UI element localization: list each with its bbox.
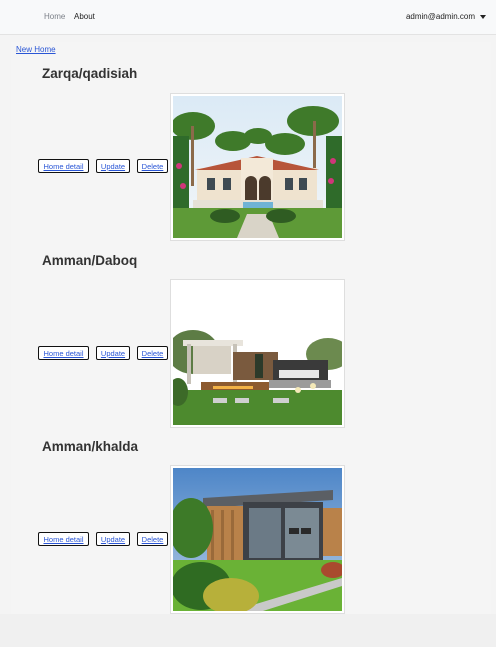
home-detail-button[interactable]: Home detail (38, 346, 89, 360)
listing-title: Amman/khalda (42, 439, 139, 454)
modern-cabin-photo (173, 468, 342, 611)
home-detail-button[interactable]: Home detail (38, 532, 89, 546)
villa-garden-photo (173, 96, 342, 238)
delete-button[interactable]: Delete (137, 159, 168, 173)
delete-button[interactable]: Delete (137, 346, 168, 360)
home-detail-button[interactable]: Home detail (38, 159, 89, 173)
update-button[interactable]: Update (96, 159, 130, 173)
new-home-link[interactable]: New Home (16, 45, 56, 54)
main-content: New Home Zarqa/qadisiah Home detail Upda… (11, 42, 491, 614)
footer (0, 614, 496, 647)
nav-about-link[interactable]: About (74, 12, 95, 21)
listing-title: Zarqa/qadisiah (42, 66, 138, 81)
update-button[interactable]: Update (96, 346, 130, 360)
garden-lounge-photo (173, 282, 342, 425)
navbar: Home About admin@admin.com (0, 0, 496, 35)
user-email: admin@admin.com (405, 12, 475, 21)
user-menu[interactable]: admin@admin.com (406, 12, 486, 21)
nav-home-link[interactable]: Home (44, 12, 65, 21)
update-button[interactable]: Update (96, 532, 130, 546)
listing-photo[interactable] (170, 93, 345, 241)
listing-photo[interactable] (170, 465, 345, 614)
chevron-down-icon (480, 14, 486, 19)
listing-title: Amman/Daboq (42, 253, 138, 268)
delete-button[interactable]: Delete (137, 532, 168, 546)
listing-photo[interactable] (170, 279, 345, 428)
